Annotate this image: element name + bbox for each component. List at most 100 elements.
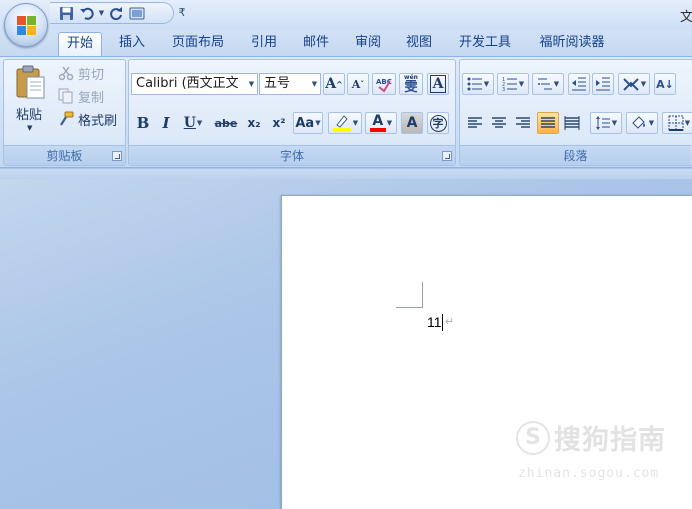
font-color-dropdown-icon[interactable]: ▼ bbox=[387, 119, 392, 127]
grow-font-button[interactable]: A ^ bbox=[323, 73, 345, 95]
format-painter-button[interactable]: 格式刷 bbox=[58, 109, 117, 129]
multilevel-list-button[interactable]: ▼ bbox=[532, 73, 564, 95]
font-launcher-icon[interactable] bbox=[442, 151, 452, 161]
char-shading-button[interactable]: A bbox=[401, 112, 423, 134]
align-left-icon bbox=[468, 117, 482, 128]
tab-review[interactable]: 审阅 bbox=[348, 32, 388, 56]
font-size-dropdown-icon[interactable]: ▼ bbox=[309, 74, 320, 94]
redo-icon[interactable] bbox=[108, 5, 125, 22]
office-button[interactable] bbox=[4, 3, 48, 47]
svg-text:3: 3 bbox=[502, 87, 505, 92]
bold-button[interactable]: B bbox=[133, 112, 153, 134]
font-color-icon: A bbox=[372, 113, 384, 129]
text-caret bbox=[442, 314, 443, 331]
increase-indent-button[interactable] bbox=[592, 73, 614, 95]
chinese-layout-button[interactable]: ▼ bbox=[618, 73, 650, 95]
copy-icon bbox=[58, 88, 73, 104]
tab-page-layout[interactable]: 页面布局 bbox=[166, 32, 230, 56]
tab-foxit-reader[interactable]: 福昕阅读器 bbox=[530, 32, 614, 56]
grow-font-icon: A bbox=[325, 76, 337, 92]
undo-dropdown-icon[interactable]: ▼ bbox=[98, 5, 105, 22]
sort-icon: A↓ bbox=[656, 77, 674, 91]
ribbon-tab-bar: 开始 插入 页面布局 引用 邮件 审阅 视图 开发工具 福昕阅读器 bbox=[0, 30, 692, 56]
cut-button[interactable]: 剪切 bbox=[58, 63, 104, 83]
format-painter-label: 格式刷 bbox=[78, 113, 118, 129]
paragraph-group-label: 段落 bbox=[460, 145, 691, 165]
customize-qat-icon[interactable]: ₹ bbox=[176, 4, 188, 22]
change-case-dropdown-icon[interactable]: ▼ bbox=[315, 119, 320, 127]
title-bar: ▼ ₹ 文 bbox=[0, 0, 692, 30]
font-size-combo[interactable]: 五号 ▼ bbox=[259, 73, 321, 95]
italic-icon: I bbox=[162, 114, 170, 132]
clear-format-button[interactable]: ABC bbox=[372, 73, 396, 95]
highlight-dropdown-icon[interactable]: ▼ bbox=[353, 119, 358, 127]
numbering-dropdown-icon[interactable]: ▼ bbox=[519, 80, 524, 88]
paste-dropdown-icon[interactable]: ▼ bbox=[27, 124, 32, 132]
scissors-icon bbox=[58, 66, 74, 81]
decrease-indent-icon bbox=[572, 77, 586, 91]
justify-button[interactable] bbox=[537, 112, 559, 134]
document-text[interactable]: 11 bbox=[427, 314, 442, 330]
paint-bucket-icon bbox=[632, 116, 645, 129]
watermark-url: zhinan.sogou.com bbox=[518, 466, 660, 481]
save-icon[interactable] bbox=[58, 5, 75, 22]
italic-button[interactable]: I bbox=[157, 112, 175, 134]
char-border-button[interactable]: A bbox=[427, 73, 449, 95]
print-preview-icon[interactable] bbox=[128, 5, 145, 22]
change-case-icon: Aa bbox=[295, 115, 315, 131]
change-case-button[interactable]: Aa ▼ bbox=[293, 112, 323, 134]
bullets-dropdown-icon[interactable]: ▼ bbox=[484, 80, 489, 88]
font-name-dropdown-icon[interactable]: ▼ bbox=[246, 74, 257, 94]
ribbon: 粘贴 ▼ 剪切 复制 格式刷 剪贴板 Calibri (西文正文 ▼ 五号 ▼ … bbox=[0, 56, 692, 168]
line-spacing-icon bbox=[595, 116, 610, 130]
strikethrough-button[interactable]: abe bbox=[212, 112, 240, 134]
font-color-button[interactable]: A ▼ bbox=[365, 112, 397, 134]
window-title: 文 bbox=[680, 10, 692, 25]
multilevel-list-dropdown-icon[interactable]: ▼ bbox=[554, 80, 559, 88]
distributed-button[interactable] bbox=[561, 112, 583, 134]
tab-references[interactable]: 引用 bbox=[244, 32, 284, 56]
tab-view[interactable]: 视图 bbox=[399, 32, 439, 56]
tab-home[interactable]: 开始 bbox=[58, 32, 102, 56]
paste-button[interactable]: 粘贴 bbox=[16, 104, 42, 123]
line-spacing-button[interactable]: ▼ bbox=[590, 112, 622, 134]
tab-mailings[interactable]: 邮件 bbox=[296, 32, 336, 56]
clear-format-icon: ABC bbox=[376, 78, 392, 93]
sort-button[interactable]: A↓ bbox=[654, 73, 676, 95]
clipboard-launcher-icon[interactable] bbox=[112, 151, 122, 161]
justify-icon bbox=[541, 117, 555, 128]
numbering-button[interactable]: 123 ▼ bbox=[497, 73, 529, 95]
pinyin-guide-button[interactable]: wén 雯 bbox=[399, 73, 423, 95]
char-shading-icon: A bbox=[406, 115, 418, 131]
cut-label: 剪切 bbox=[78, 67, 105, 83]
copy-button[interactable]: 复制 bbox=[58, 86, 104, 106]
align-right-button[interactable] bbox=[512, 112, 534, 134]
superscript-button[interactable]: x² bbox=[268, 112, 290, 134]
document-page[interactable] bbox=[281, 195, 692, 509]
font-group-label: 字体 bbox=[129, 145, 455, 165]
decrease-indent-button[interactable] bbox=[568, 73, 590, 95]
borders-button[interactable]: ▼ bbox=[662, 112, 692, 134]
tab-developer[interactable]: 开发工具 bbox=[452, 32, 518, 56]
increase-indent-icon bbox=[596, 77, 610, 91]
subscript-icon: x₂ bbox=[247, 116, 261, 130]
highlight-button[interactable]: ▼ bbox=[328, 112, 362, 134]
chinese-layout-dropdown-icon[interactable]: ▼ bbox=[641, 80, 646, 88]
underline-button[interactable]: U ▼ bbox=[179, 112, 207, 134]
subscript-button[interactable]: x₂ bbox=[243, 112, 265, 134]
line-spacing-dropdown-icon[interactable]: ▼ bbox=[612, 119, 617, 127]
align-left-button[interactable] bbox=[464, 112, 486, 134]
pinyin-guide-icon: 雯 bbox=[404, 79, 418, 95]
shrink-font-button[interactable]: Aˇ bbox=[347, 73, 369, 95]
underline-dropdown-icon[interactable]: ▼ bbox=[197, 119, 202, 127]
align-center-button[interactable] bbox=[488, 112, 510, 134]
undo-icon[interactable] bbox=[78, 5, 95, 22]
shading-dropdown-icon[interactable]: ▼ bbox=[649, 119, 654, 127]
font-name-value: Calibri (西文正文 bbox=[136, 76, 239, 91]
tab-insert[interactable]: 插入 bbox=[112, 32, 152, 56]
bullets-button[interactable]: ▼ bbox=[462, 73, 494, 95]
borders-dropdown-icon[interactable]: ▼ bbox=[685, 119, 690, 127]
shading-button[interactable]: ▼ bbox=[626, 112, 658, 134]
enclose-char-button[interactable]: 字 bbox=[427, 112, 449, 134]
font-name-combo[interactable]: Calibri (西文正文 ▼ bbox=[131, 73, 258, 95]
